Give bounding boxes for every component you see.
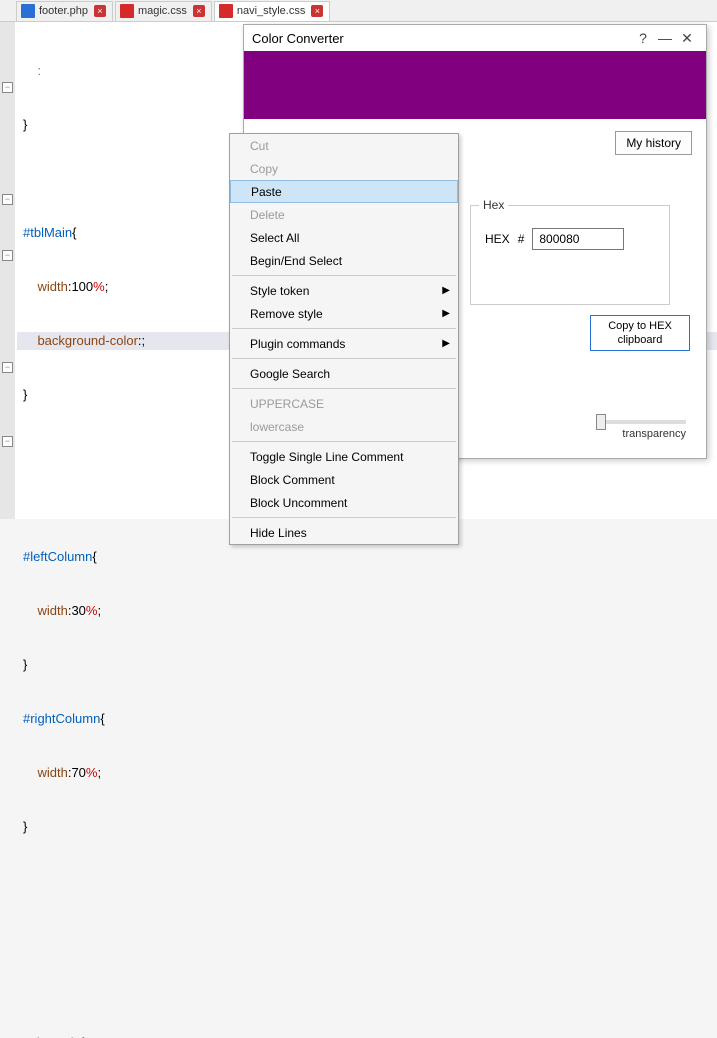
code-line: #rightColumn{	[17, 710, 717, 728]
ctx-block-uncomment[interactable]: Block Uncomment	[230, 491, 458, 514]
code-line	[17, 980, 717, 998]
panel-title: Color Converter	[252, 31, 632, 46]
tab-bar: footer.php × magic.css × navi_style.css …	[0, 0, 717, 22]
fold-icon[interactable]: −	[2, 194, 13, 205]
fold-icon[interactable]: −	[2, 436, 13, 447]
chevron-right-icon: ▶	[442, 308, 450, 319]
panel-titlebar[interactable]: Color Converter ? — ✕	[244, 25, 706, 51]
tab-footer-php[interactable]: footer.php ×	[16, 1, 113, 21]
transparency-slider-area: transparency	[596, 420, 686, 440]
chevron-right-icon: ▶	[442, 285, 450, 296]
hex-input[interactable]	[532, 228, 624, 250]
ctx-select-all[interactable]: Select All	[230, 226, 458, 249]
tab-magic-css[interactable]: magic.css ×	[115, 1, 212, 21]
separator	[232, 328, 456, 329]
hex-group-label: Hex	[479, 198, 508, 212]
ctx-cut[interactable]: Cut	[230, 134, 458, 157]
ctx-block-comment[interactable]: Block Comment	[230, 468, 458, 491]
transparency-label: transparency	[596, 428, 686, 440]
ctx-style-token[interactable]: Style token ▶	[230, 279, 458, 302]
fold-icon[interactable]: −	[2, 250, 13, 261]
code-line: }	[17, 818, 717, 836]
separator	[232, 275, 456, 276]
ctx-copy[interactable]: Copy	[230, 157, 458, 180]
my-history-button[interactable]: My history	[615, 131, 692, 155]
ctx-toggle-line-comment[interactable]: Toggle Single Line Comment	[230, 445, 458, 468]
chevron-right-icon: ▶	[442, 338, 450, 349]
code-line: width:30%;	[17, 602, 717, 620]
code-line: #leftColumn{	[17, 548, 717, 566]
copy-to-hex-button[interactable]: Copy to HEX clipboard	[590, 315, 690, 351]
code-line	[17, 872, 717, 890]
separator	[232, 388, 456, 389]
ctx-plugin-commands[interactable]: Plugin commands ▶	[230, 332, 458, 355]
ctx-lowercase[interactable]: lowercase	[230, 415, 458, 438]
tab-navi-style-css[interactable]: navi_style.css ×	[214, 1, 330, 21]
tab-edge	[2, 1, 16, 21]
context-menu: Cut Copy Paste Delete Select All Begin/E…	[229, 133, 459, 545]
transparency-slider[interactable]	[596, 420, 686, 424]
code-line: #siteBody{	[17, 1034, 717, 1038]
tab-label: footer.php	[39, 5, 88, 17]
tab-label: navi_style.css	[237, 5, 305, 17]
fold-icon[interactable]: −	[2, 82, 13, 93]
ctx-begin-end-select[interactable]: Begin/End Select	[230, 249, 458, 272]
ctx-uppercase[interactable]: UPPERCASE	[230, 392, 458, 415]
ctx-google-search[interactable]: Google Search	[230, 362, 458, 385]
help-icon[interactable]: ?	[632, 27, 654, 49]
minimize-icon[interactable]: —	[654, 27, 676, 49]
css-icon	[219, 4, 233, 18]
code-line: }	[17, 656, 717, 674]
close-icon[interactable]: ×	[193, 5, 205, 17]
ctx-hide-lines[interactable]: Hide Lines	[230, 521, 458, 544]
ctx-label: Style token	[250, 284, 309, 298]
ctx-paste[interactable]: Paste	[230, 180, 458, 203]
hex-group: Hex HEX #	[470, 205, 670, 305]
fold-gutter: − − − − −	[0, 22, 15, 519]
css-icon	[120, 4, 134, 18]
code-line: width:70%;	[17, 764, 717, 782]
close-icon[interactable]: ×	[94, 5, 106, 17]
fold-icon[interactable]: −	[2, 362, 13, 373]
ctx-delete[interactable]: Delete	[230, 203, 458, 226]
php-icon	[21, 4, 35, 18]
hex-prefix-label: HEX	[485, 232, 510, 246]
ctx-label: Remove style	[250, 307, 323, 321]
hash-label: #	[518, 232, 525, 246]
tab-label: magic.css	[138, 5, 187, 17]
separator	[232, 358, 456, 359]
ctx-label: Plugin commands	[250, 337, 345, 351]
separator	[232, 517, 456, 518]
slider-thumb[interactable]	[596, 414, 606, 430]
color-preview	[244, 51, 706, 119]
close-icon[interactable]: ×	[311, 5, 323, 17]
code-line	[17, 926, 717, 944]
separator	[232, 441, 456, 442]
close-icon[interactable]: ✕	[676, 27, 698, 49]
ctx-remove-style[interactable]: Remove style ▶	[230, 302, 458, 325]
